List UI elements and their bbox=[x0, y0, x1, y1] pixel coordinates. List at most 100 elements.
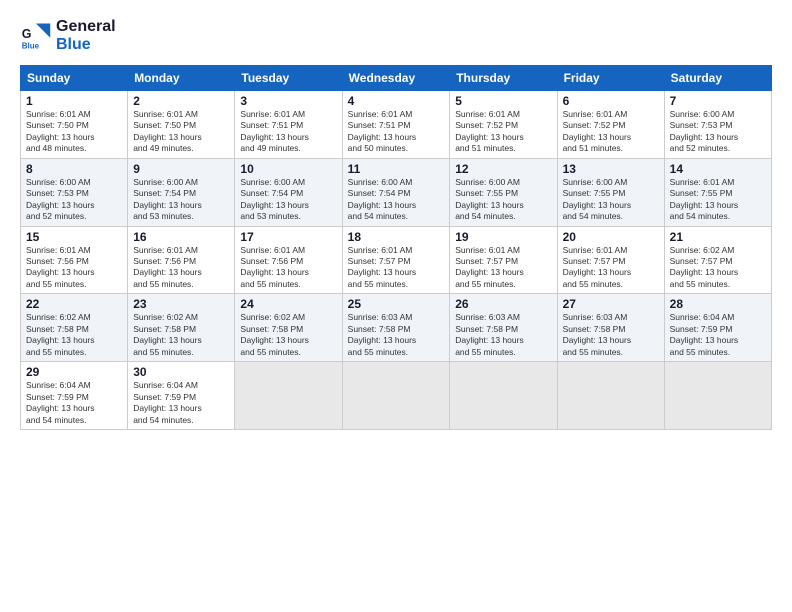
day-number: 20 bbox=[563, 230, 659, 244]
day-number: 29 bbox=[26, 365, 122, 379]
page: G Blue General Blue SundayMondayTuesdayW… bbox=[0, 0, 792, 612]
day-number: 22 bbox=[26, 297, 122, 311]
day-number: 16 bbox=[133, 230, 229, 244]
calendar-cell: 2Sunrise: 6:01 AM Sunset: 7:50 PM Daylig… bbox=[128, 90, 235, 158]
logo-icon: G Blue bbox=[20, 20, 52, 52]
day-info: Sunrise: 6:01 AM Sunset: 7:56 PM Dayligh… bbox=[240, 245, 336, 291]
day-info: Sunrise: 6:00 AM Sunset: 7:53 PM Dayligh… bbox=[670, 109, 766, 155]
day-number: 6 bbox=[563, 94, 659, 108]
day-number: 26 bbox=[455, 297, 551, 311]
calendar-cell: 20Sunrise: 6:01 AM Sunset: 7:57 PM Dayli… bbox=[557, 226, 664, 294]
day-number: 30 bbox=[133, 365, 229, 379]
day-info: Sunrise: 6:01 AM Sunset: 7:56 PM Dayligh… bbox=[133, 245, 229, 291]
calendar-cell bbox=[235, 362, 342, 430]
day-info: Sunrise: 6:04 AM Sunset: 7:59 PM Dayligh… bbox=[133, 380, 229, 426]
calendar-cell: 29Sunrise: 6:04 AM Sunset: 7:59 PM Dayli… bbox=[21, 362, 128, 430]
header-area: G Blue General Blue bbox=[20, 18, 772, 55]
calendar-header-row: SundayMondayTuesdayWednesdayThursdayFrid… bbox=[21, 65, 772, 90]
day-info: Sunrise: 6:02 AM Sunset: 7:58 PM Dayligh… bbox=[240, 312, 336, 358]
calendar-cell: 10Sunrise: 6:00 AM Sunset: 7:54 PM Dayli… bbox=[235, 158, 342, 226]
calendar-cell: 6Sunrise: 6:01 AM Sunset: 7:52 PM Daylig… bbox=[557, 90, 664, 158]
day-info: Sunrise: 6:03 AM Sunset: 7:58 PM Dayligh… bbox=[348, 312, 445, 358]
calendar-cell bbox=[342, 362, 450, 430]
calendar-day-header: Saturday bbox=[664, 65, 771, 90]
day-number: 7 bbox=[670, 94, 766, 108]
calendar-table: SundayMondayTuesdayWednesdayThursdayFrid… bbox=[20, 65, 772, 430]
calendar-cell: 9Sunrise: 6:00 AM Sunset: 7:54 PM Daylig… bbox=[128, 158, 235, 226]
day-info: Sunrise: 6:01 AM Sunset: 7:57 PM Dayligh… bbox=[455, 245, 551, 291]
day-info: Sunrise: 6:04 AM Sunset: 7:59 PM Dayligh… bbox=[26, 380, 122, 426]
calendar-day-header: Wednesday bbox=[342, 65, 450, 90]
logo-text: General Blue bbox=[56, 18, 116, 55]
calendar-week-row: 22Sunrise: 6:02 AM Sunset: 7:58 PM Dayli… bbox=[21, 294, 772, 362]
day-info: Sunrise: 6:00 AM Sunset: 7:55 PM Dayligh… bbox=[563, 177, 659, 223]
calendar-cell: 25Sunrise: 6:03 AM Sunset: 7:58 PM Dayli… bbox=[342, 294, 450, 362]
calendar-cell: 21Sunrise: 6:02 AM Sunset: 7:57 PM Dayli… bbox=[664, 226, 771, 294]
day-info: Sunrise: 6:00 AM Sunset: 7:54 PM Dayligh… bbox=[133, 177, 229, 223]
calendar-cell: 18Sunrise: 6:01 AM Sunset: 7:57 PM Dayli… bbox=[342, 226, 450, 294]
calendar-cell bbox=[557, 362, 664, 430]
calendar-cell: 5Sunrise: 6:01 AM Sunset: 7:52 PM Daylig… bbox=[450, 90, 557, 158]
day-number: 9 bbox=[133, 162, 229, 176]
day-info: Sunrise: 6:00 AM Sunset: 7:53 PM Dayligh… bbox=[26, 177, 122, 223]
day-info: Sunrise: 6:00 AM Sunset: 7:55 PM Dayligh… bbox=[455, 177, 551, 223]
day-info: Sunrise: 6:00 AM Sunset: 7:54 PM Dayligh… bbox=[240, 177, 336, 223]
calendar-cell: 7Sunrise: 6:00 AM Sunset: 7:53 PM Daylig… bbox=[664, 90, 771, 158]
day-info: Sunrise: 6:02 AM Sunset: 7:57 PM Dayligh… bbox=[670, 245, 766, 291]
day-info: Sunrise: 6:01 AM Sunset: 7:57 PM Dayligh… bbox=[563, 245, 659, 291]
calendar-week-row: 1Sunrise: 6:01 AM Sunset: 7:50 PM Daylig… bbox=[21, 90, 772, 158]
calendar-cell: 22Sunrise: 6:02 AM Sunset: 7:58 PM Dayli… bbox=[21, 294, 128, 362]
svg-text:Blue: Blue bbox=[22, 42, 40, 51]
calendar-cell: 12Sunrise: 6:00 AM Sunset: 7:55 PM Dayli… bbox=[450, 158, 557, 226]
calendar-cell bbox=[664, 362, 771, 430]
day-number: 10 bbox=[240, 162, 336, 176]
calendar-cell: 28Sunrise: 6:04 AM Sunset: 7:59 PM Dayli… bbox=[664, 294, 771, 362]
day-number: 14 bbox=[670, 162, 766, 176]
day-info: Sunrise: 6:02 AM Sunset: 7:58 PM Dayligh… bbox=[133, 312, 229, 358]
day-info: Sunrise: 6:02 AM Sunset: 7:58 PM Dayligh… bbox=[26, 312, 122, 358]
calendar-day-header: Monday bbox=[128, 65, 235, 90]
day-number: 1 bbox=[26, 94, 122, 108]
day-info: Sunrise: 6:01 AM Sunset: 7:52 PM Dayligh… bbox=[455, 109, 551, 155]
day-number: 27 bbox=[563, 297, 659, 311]
day-info: Sunrise: 6:01 AM Sunset: 7:50 PM Dayligh… bbox=[133, 109, 229, 155]
day-number: 11 bbox=[348, 162, 445, 176]
calendar-cell: 1Sunrise: 6:01 AM Sunset: 7:50 PM Daylig… bbox=[21, 90, 128, 158]
day-number: 23 bbox=[133, 297, 229, 311]
calendar-week-row: 8Sunrise: 6:00 AM Sunset: 7:53 PM Daylig… bbox=[21, 158, 772, 226]
calendar-cell: 27Sunrise: 6:03 AM Sunset: 7:58 PM Dayli… bbox=[557, 294, 664, 362]
day-number: 8 bbox=[26, 162, 122, 176]
day-info: Sunrise: 6:01 AM Sunset: 7:50 PM Dayligh… bbox=[26, 109, 122, 155]
day-info: Sunrise: 6:00 AM Sunset: 7:54 PM Dayligh… bbox=[348, 177, 445, 223]
day-info: Sunrise: 6:01 AM Sunset: 7:51 PM Dayligh… bbox=[348, 109, 445, 155]
calendar-cell: 30Sunrise: 6:04 AM Sunset: 7:59 PM Dayli… bbox=[128, 362, 235, 430]
day-info: Sunrise: 6:01 AM Sunset: 7:52 PM Dayligh… bbox=[563, 109, 659, 155]
calendar-day-header: Tuesday bbox=[235, 65, 342, 90]
day-number: 21 bbox=[670, 230, 766, 244]
day-info: Sunrise: 6:01 AM Sunset: 7:56 PM Dayligh… bbox=[26, 245, 122, 291]
calendar-day-header: Thursday bbox=[450, 65, 557, 90]
calendar-cell: 26Sunrise: 6:03 AM Sunset: 7:58 PM Dayli… bbox=[450, 294, 557, 362]
day-number: 25 bbox=[348, 297, 445, 311]
calendar-cell: 13Sunrise: 6:00 AM Sunset: 7:55 PM Dayli… bbox=[557, 158, 664, 226]
calendar-week-row: 15Sunrise: 6:01 AM Sunset: 7:56 PM Dayli… bbox=[21, 226, 772, 294]
calendar-week-row: 29Sunrise: 6:04 AM Sunset: 7:59 PM Dayli… bbox=[21, 362, 772, 430]
calendar-cell: 16Sunrise: 6:01 AM Sunset: 7:56 PM Dayli… bbox=[128, 226, 235, 294]
day-number: 5 bbox=[455, 94, 551, 108]
calendar-cell: 3Sunrise: 6:01 AM Sunset: 7:51 PM Daylig… bbox=[235, 90, 342, 158]
day-number: 2 bbox=[133, 94, 229, 108]
day-info: Sunrise: 6:01 AM Sunset: 7:51 PM Dayligh… bbox=[240, 109, 336, 155]
day-number: 12 bbox=[455, 162, 551, 176]
day-info: Sunrise: 6:01 AM Sunset: 7:55 PM Dayligh… bbox=[670, 177, 766, 223]
day-info: Sunrise: 6:01 AM Sunset: 7:57 PM Dayligh… bbox=[348, 245, 445, 291]
day-info: Sunrise: 6:03 AM Sunset: 7:58 PM Dayligh… bbox=[563, 312, 659, 358]
day-number: 17 bbox=[240, 230, 336, 244]
calendar-cell: 19Sunrise: 6:01 AM Sunset: 7:57 PM Dayli… bbox=[450, 226, 557, 294]
calendar-cell: 24Sunrise: 6:02 AM Sunset: 7:58 PM Dayli… bbox=[235, 294, 342, 362]
calendar-cell: 17Sunrise: 6:01 AM Sunset: 7:56 PM Dayli… bbox=[235, 226, 342, 294]
svg-text:G: G bbox=[22, 27, 32, 41]
calendar-cell: 11Sunrise: 6:00 AM Sunset: 7:54 PM Dayli… bbox=[342, 158, 450, 226]
calendar-day-header: Sunday bbox=[21, 65, 128, 90]
calendar-cell: 23Sunrise: 6:02 AM Sunset: 7:58 PM Dayli… bbox=[128, 294, 235, 362]
day-number: 4 bbox=[348, 94, 445, 108]
